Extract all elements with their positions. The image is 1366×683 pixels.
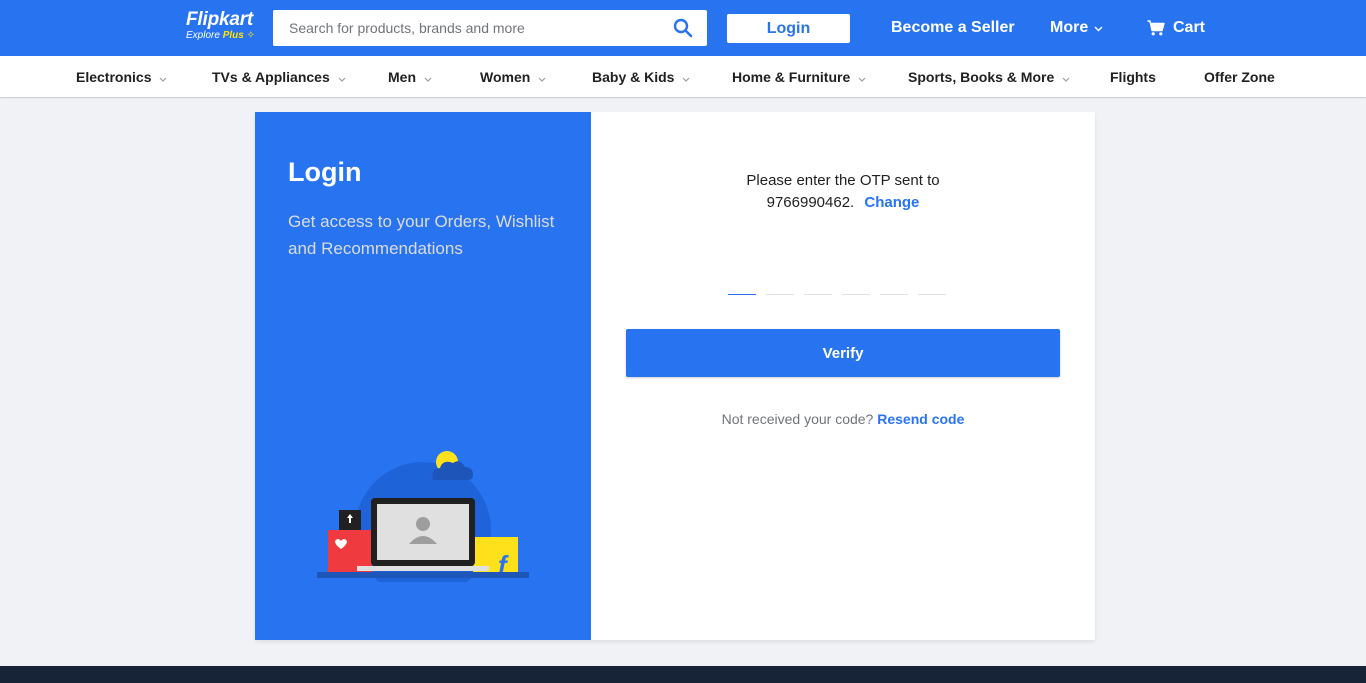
page-footer xyxy=(0,666,1366,683)
category-bar: Electronics TVs & Appliances Men Women B… xyxy=(0,56,1366,97)
category-label: Women xyxy=(480,69,531,85)
become-seller-label: Become a Seller xyxy=(891,19,1015,36)
otp-digit-4[interactable] xyxy=(842,282,870,295)
logo-tagline-prefix: Explore xyxy=(186,30,220,41)
login-card: Login Get access to your Orders, Wishlis… xyxy=(255,112,1095,640)
verify-button[interactable]: Verify xyxy=(626,329,1060,377)
category-label: Electronics xyxy=(76,69,152,85)
category-label: TVs & Appliances xyxy=(212,69,330,85)
chevron-down-icon xyxy=(159,69,167,85)
logo-tagline-plus: Plus xyxy=(222,30,244,41)
category-sports-books[interactable]: Sports, Books & More xyxy=(908,69,1070,85)
category-electronics[interactable]: Electronics xyxy=(76,69,167,85)
top-header: Flipkart Explore Plus ✧ Login Become a S… xyxy=(0,0,1366,56)
category-label: Men xyxy=(388,69,416,85)
category-home-furniture[interactable]: Home & Furniture xyxy=(732,69,866,85)
plus-star-icon: ✧ xyxy=(246,30,255,41)
category-men[interactable]: Men xyxy=(388,69,432,85)
category-flights[interactable]: Flights xyxy=(1110,69,1156,85)
change-number-link[interactable]: Change xyxy=(864,194,919,211)
category-label: Baby & Kids xyxy=(592,69,675,85)
login-illustration: f xyxy=(317,451,529,582)
category-offer-zone[interactable]: Offer Zone xyxy=(1204,69,1275,85)
resend-prompt: Not received your code? xyxy=(721,411,874,427)
otp-phone: 9766990462. xyxy=(766,194,855,211)
chevron-down-icon xyxy=(1094,19,1103,37)
category-baby-kids[interactable]: Baby & Kids xyxy=(592,69,690,85)
header-login-button[interactable]: Login xyxy=(727,14,850,43)
otp-digit-3[interactable] xyxy=(804,282,832,295)
category-women[interactable]: Women xyxy=(480,69,546,85)
more-menu[interactable]: More xyxy=(1050,19,1103,37)
category-label: Sports, Books & More xyxy=(908,69,1055,85)
login-subtitle: Get access to your Orders, Wishlist and … xyxy=(288,212,555,258)
otp-input-group xyxy=(728,282,946,295)
logo-tagline: Explore Plus ✧ xyxy=(186,30,255,42)
chevron-down-icon xyxy=(1062,69,1070,85)
more-label: More xyxy=(1050,19,1089,36)
become-seller-link[interactable]: Become a Seller xyxy=(891,19,1015,37)
otp-message-text: Please enter the OTP sent to xyxy=(746,172,940,189)
otp-panel: Please enter the OTP sent to 9766990462.… xyxy=(591,112,1095,640)
chevron-down-icon xyxy=(858,69,866,85)
otp-digit-6[interactable] xyxy=(918,282,946,295)
otp-digit-2[interactable] xyxy=(766,282,794,295)
otp-digit-5[interactable] xyxy=(880,282,908,295)
cart-link[interactable]: Cart xyxy=(1147,19,1205,37)
resend-code-link[interactable]: Resend code xyxy=(877,411,964,427)
category-label: Flights xyxy=(1110,69,1156,85)
chevron-down-icon xyxy=(538,69,546,85)
search-icon[interactable] xyxy=(659,10,707,46)
chevron-down-icon xyxy=(682,69,690,85)
login-title: Login xyxy=(288,157,362,187)
flipkart-logo[interactable]: Flipkart Explore Plus ✧ xyxy=(186,9,255,42)
chevron-down-icon xyxy=(338,69,346,85)
search-bar xyxy=(273,10,707,46)
cart-label: Cart xyxy=(1173,19,1206,36)
category-tvs-appliances[interactable]: TVs & Appliances xyxy=(212,69,346,85)
otp-message: Please enter the OTP sent to 9766990462.… xyxy=(591,170,1095,214)
resend-row: Not received your code? Resend code xyxy=(591,411,1095,427)
category-label: Offer Zone xyxy=(1204,69,1275,85)
cart-icon xyxy=(1147,20,1165,36)
chevron-down-icon xyxy=(424,69,432,85)
search-input[interactable] xyxy=(273,10,659,46)
logo-brand: Flipkart xyxy=(186,9,254,30)
login-info-panel: Login Get access to your Orders, Wishlis… xyxy=(255,112,591,640)
otp-digit-1[interactable] xyxy=(728,282,756,295)
category-label: Home & Furniture xyxy=(732,69,851,85)
